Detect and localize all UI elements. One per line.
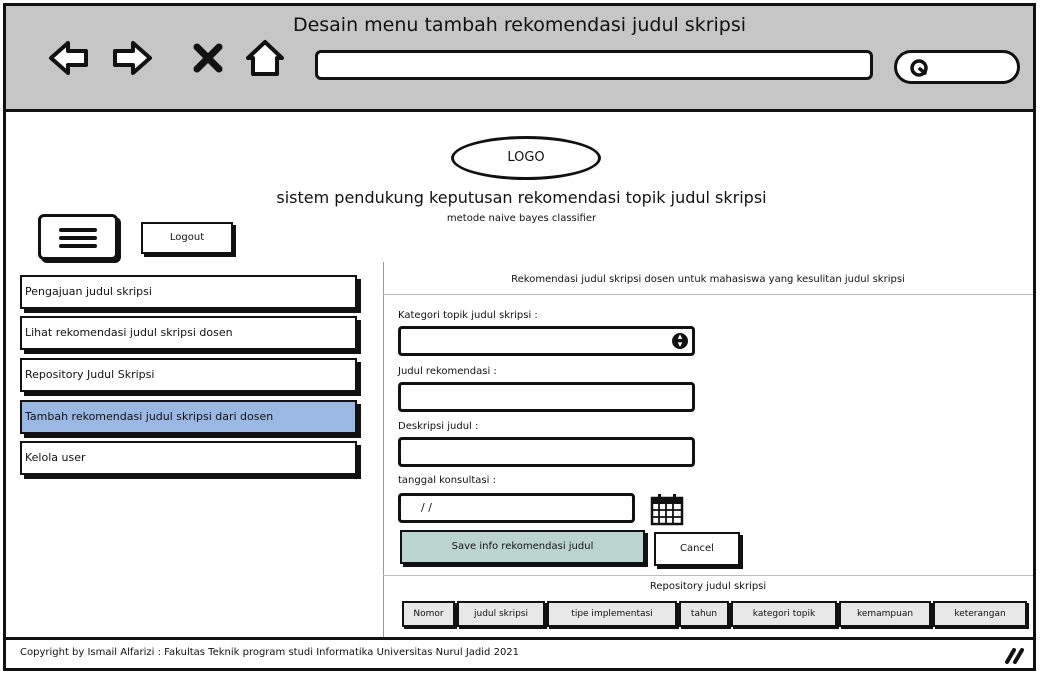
footer-copyright: Copyright by Ismail Alfarizi : Fakultas …	[20, 647, 520, 658]
sidebar-item-repository[interactable]: Repository Judul Skripsi	[20, 358, 357, 392]
deskripsi-label: Deskripsi judul :	[398, 421, 479, 432]
kategori-select[interactable]: ▴ ▾	[398, 326, 695, 356]
home-icon[interactable]	[244, 38, 286, 78]
hamburger-line	[59, 244, 97, 248]
search-icon	[910, 59, 928, 77]
sidebar-item-kelola-user[interactable]: Kelola user	[20, 441, 357, 475]
table-header-tipe[interactable]: tipe implementasi	[547, 601, 677, 627]
logo: LOGO	[451, 136, 601, 180]
select-stepper-icon[interactable]: ▴ ▾	[670, 331, 690, 351]
table-header-nomor[interactable]: Nomor	[402, 601, 455, 627]
footer: Copyright by Ismail Alfarizi : Fakultas …	[6, 637, 1033, 668]
window-title: Desain menu tambah rekomendasi judul skr…	[292, 14, 747, 36]
app-title: sistem pendukung keputusan rekomendasi t…	[276, 188, 767, 207]
url-input[interactable]	[315, 50, 873, 80]
back-arrow-icon[interactable]	[48, 38, 90, 78]
cancel-button[interactable]: Cancel	[654, 532, 740, 566]
resize-handle-icon[interactable]	[1004, 646, 1026, 664]
table-header-kemampuan[interactable]: kemampuan	[839, 601, 931, 627]
calendar-icon[interactable]	[650, 492, 684, 526]
table-header-tahun[interactable]: tahun	[679, 601, 729, 627]
table-header-judul[interactable]: judul skripsi	[457, 601, 545, 627]
sidebar-item-lihat-rekomendasi[interactable]: Lihat rekomendasi judul skripsi dosen	[20, 316, 357, 350]
sidebar-item-pengajuan[interactable]: Pengajuan judul skripsi	[20, 275, 357, 309]
tanggal-label: tanggal konsultasi :	[398, 475, 496, 486]
repository-heading: Repository judul skripsi	[383, 575, 1033, 598]
hamburger-line	[59, 236, 97, 240]
logout-button[interactable]: Logout	[141, 222, 233, 254]
kategori-label: Kategori topik judul skripsi :	[398, 310, 538, 321]
judul-label: Judul rekomendasi :	[398, 366, 497, 377]
sidebar-item-tambah-rekomendasi[interactable]: Tambah rekomendasi judul skripsi dari do…	[20, 400, 357, 434]
save-button[interactable]: Save info rekomendasi judul	[400, 530, 645, 564]
judul-rekomendasi-input[interactable]	[398, 382, 695, 412]
forward-arrow-icon[interactable]	[111, 38, 153, 78]
tanggal-konsultasi-input[interactable]: / /	[398, 493, 635, 523]
hamburger-line	[59, 228, 97, 232]
search-box[interactable]	[894, 50, 1020, 84]
deskripsi-judul-input[interactable]	[398, 437, 695, 467]
form-heading: Rekomendasi judul skripsi dosen untuk ma…	[383, 266, 1033, 295]
table-header-kategori[interactable]: kategori topik	[731, 601, 837, 627]
hamburger-menu-button[interactable]	[38, 214, 118, 260]
table-header-keterangan[interactable]: keterangan	[933, 601, 1027, 627]
close-icon[interactable]	[188, 38, 230, 78]
